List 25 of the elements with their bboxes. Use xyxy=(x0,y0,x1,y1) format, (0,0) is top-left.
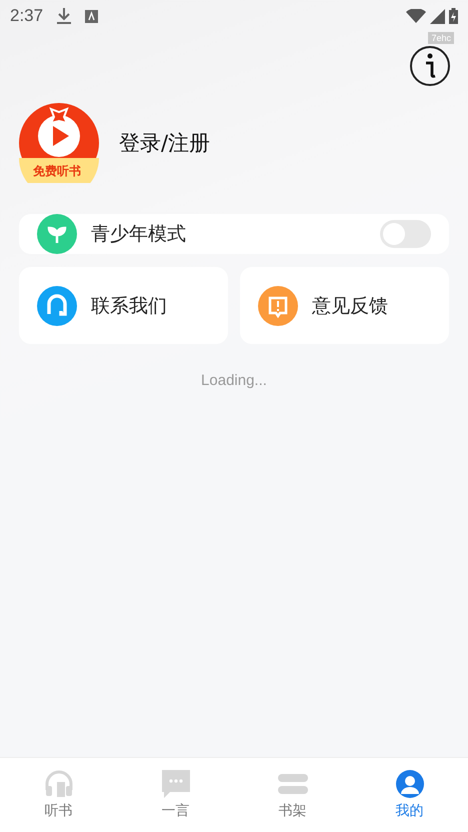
nav-tab[interactable]: 书架 xyxy=(234,758,351,832)
person-icon xyxy=(396,770,424,798)
card-label: 联系我们 xyxy=(91,294,167,318)
login-link[interactable]: 登录/注册 xyxy=(119,129,210,157)
info-button[interactable] xyxy=(410,46,450,86)
logo-caption: 免费听书 xyxy=(33,163,81,180)
status-time: 2:37 xyxy=(10,6,44,26)
keyboard-icon xyxy=(85,10,98,22)
card-label: 意见反馈 xyxy=(312,294,388,318)
headphones-icon xyxy=(44,770,74,798)
wifi-icon xyxy=(406,9,426,23)
teen-mode-label: 青少年模式 xyxy=(91,222,186,247)
feedback-card[interactable]: 意见反馈 xyxy=(240,267,449,344)
nav-tab[interactable]: 听书 xyxy=(0,758,117,832)
nav-tab[interactable]: 一言 xyxy=(117,758,234,832)
chat-icon xyxy=(162,770,190,798)
signal-icon xyxy=(430,8,445,24)
message-alert-icon xyxy=(258,286,298,326)
battery-icon xyxy=(449,8,458,24)
info-icon xyxy=(424,53,436,79)
contact-card[interactable]: 联系我们 xyxy=(19,267,228,344)
nav-tab[interactable]: 我的 xyxy=(351,758,468,832)
headset-icon xyxy=(37,286,77,326)
loading-text: Loading... xyxy=(201,372,267,389)
download-icon xyxy=(57,8,72,24)
